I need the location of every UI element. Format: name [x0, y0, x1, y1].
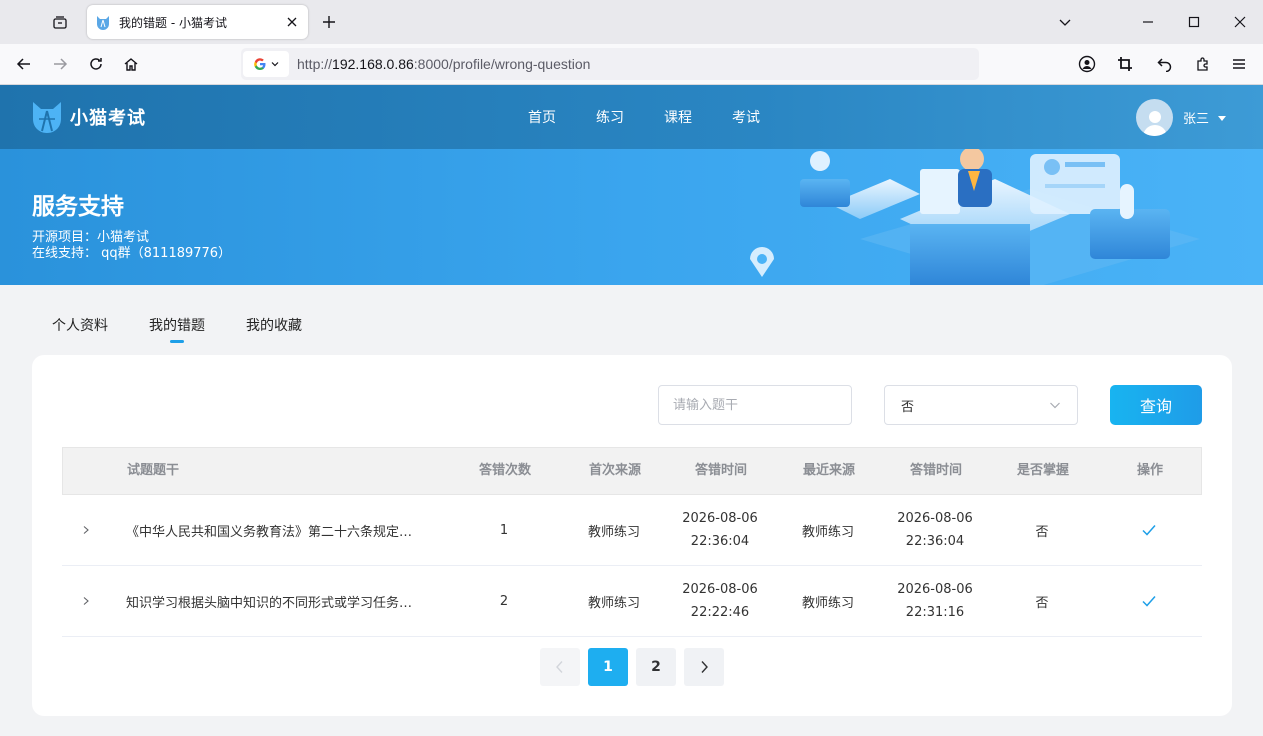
browser-tab-active[interactable]: 我的错题 - 小猫考试 — [87, 5, 308, 39]
col-first-time: 答错时间 — [694, 463, 747, 478]
col-stem: 试题题干 — [127, 463, 180, 478]
mastered-select-value: 否 — [901, 399, 915, 415]
recent-wrong-date: 2026-08-06 — [897, 511, 973, 526]
minimize-icon[interactable] — [1134, 8, 1162, 36]
recent-source: 教师练习 — [801, 524, 854, 540]
tab-title: 我的错题 - 小猫考试 — [119, 15, 227, 30]
cat-favicon-icon — [97, 16, 109, 30]
logo-text: 小猫考试 — [70, 108, 146, 129]
new-tab-plus-icon[interactable] — [318, 11, 340, 33]
chevron-down-icon — [271, 62, 279, 67]
first-source: 教师练习 — [587, 595, 640, 611]
prev-page-chevron-icon[interactable] — [540, 648, 580, 686]
cat-logo-icon — [33, 102, 61, 133]
account-icon[interactable] — [1073, 50, 1101, 78]
home-icon[interactable] — [117, 50, 145, 78]
profile-tabs: 个人资料 我的错题 我的收藏 — [52, 315, 343, 335]
app-header: 小猫考试 首页 练习 课程 考试 张三 — [0, 85, 1263, 149]
recent-wrong-time: 2026-08-06 22:31:16 — [885, 566, 985, 636]
caret-down-icon — [1218, 115, 1227, 121]
recent-wrong-clock: 22:31:16 — [905, 605, 965, 620]
col-wrong-count: 答错次数 — [478, 463, 531, 478]
customer-service-illustration — [750, 149, 1200, 285]
reload-icon[interactable] — [82, 50, 110, 78]
recent-wrong-date: 2026-08-06 — [897, 582, 973, 597]
col-actions: 操作 — [1136, 463, 1163, 478]
user-menu[interactable]: 张三 — [1136, 99, 1227, 136]
back-arrow-icon[interactable] — [10, 50, 38, 78]
page-button-2[interactable]: 2 — [636, 648, 676, 686]
first-wrong-clock: 22:22:46 — [690, 605, 750, 620]
expand-chevron-icon[interactable] — [76, 520, 96, 540]
screenshot-crop-icon[interactable] — [1111, 50, 1139, 78]
page-button-1[interactable]: 1 — [588, 648, 628, 686]
browser-nav-bar: http://192.168.0.86:8000/profile/wrong-q… — [0, 44, 1263, 85]
banner-support-line: 在线支持： qq群（811189776） — [32, 246, 232, 261]
col-first-source: 首次来源 — [588, 463, 641, 478]
question-stem-search-input[interactable] — [658, 385, 852, 425]
search-engine-google-icon[interactable] — [243, 51, 289, 77]
table-header: 试题题干 答错次数 首次来源 答错时间 最近来源 答错时间 是否掌握 操作 — [62, 447, 1202, 495]
next-page-chevron-icon[interactable] — [684, 648, 724, 686]
tab-wrong-questions[interactable]: 我的错题 — [149, 315, 205, 335]
mastered-value: 否 — [1035, 595, 1049, 611]
wrong-question-table: 试题题干 答错次数 首次来源 答错时间 最近来源 答错时间 是否掌握 操作 《中… — [62, 447, 1202, 637]
close-tab-icon[interactable] — [284, 14, 300, 30]
nav-courses[interactable]: 课程 — [644, 107, 712, 127]
first-wrong-date: 2026-08-06 — [682, 511, 758, 526]
forward-arrow-icon[interactable] — [46, 50, 74, 78]
mark-mastered-check-icon[interactable] — [1099, 495, 1199, 565]
tab-favorites[interactable]: 我的收藏 — [246, 315, 302, 335]
tab-overflow-chevron-icon[interactable] — [1051, 8, 1079, 36]
maximize-icon[interactable] — [1180, 8, 1208, 36]
first-wrong-time: 2026-08-06 22:22:46 — [670, 566, 770, 636]
extensions-puzzle-icon[interactable] — [1189, 50, 1217, 78]
recent-source: 教师练习 — [801, 595, 854, 611]
expand-chevron-icon[interactable] — [76, 591, 96, 611]
nav-exams[interactable]: 考试 — [712, 107, 780, 127]
first-wrong-date: 2026-08-06 — [682, 582, 758, 597]
recent-wrong-time: 2026-08-06 22:36:04 — [885, 495, 985, 565]
browser-tab-bar: 我的错题 - 小猫考试 — [0, 0, 1263, 44]
undo-arrow-icon[interactable] — [1151, 50, 1179, 78]
table-row: 知识学习根据头脑中知识的不同形式或学习任务… 2 教师练习 2026-08-06… — [62, 566, 1202, 637]
menu-hamburger-icon[interactable] — [1225, 50, 1253, 78]
wrong-question-card: 否 查询 试题题干 答错次数 首次来源 答错时间 最近来源 答错时间 是否掌握 … — [32, 355, 1232, 716]
mastered-select[interactable]: 否 — [884, 385, 1078, 425]
tab-list-icon[interactable] — [46, 10, 74, 34]
first-source: 教师练习 — [587, 524, 640, 540]
wrong-count: 1 — [499, 522, 509, 538]
recent-wrong-clock: 22:36:04 — [905, 534, 965, 549]
mastered-value: 否 — [1035, 524, 1049, 540]
first-wrong-clock: 22:36:04 — [690, 534, 750, 549]
user-name: 张三 — [1183, 112, 1210, 127]
nav-home[interactable]: 首页 — [508, 107, 576, 127]
service-banner: 服务支持 开源项目：小猫考试 在线支持： qq群（811189776） — [0, 149, 1263, 285]
tab-profile[interactable]: 个人资料 — [52, 315, 108, 335]
avatar — [1136, 99, 1173, 136]
col-recent-time: 答错时间 — [909, 463, 962, 478]
first-wrong-time: 2026-08-06 22:36:04 — [670, 495, 770, 565]
question-stem[interactable]: 知识学习根据头脑中知识的不同形式或学习任务… — [126, 566, 456, 636]
table-row: 《中华人民共和国义务教育法》第二十六条规定… 1 教师练习 2026-08-06… — [62, 495, 1202, 566]
mark-mastered-check-icon[interactable] — [1099, 566, 1199, 636]
col-recent-source: 最近来源 — [802, 463, 855, 478]
wrong-count: 2 — [499, 593, 509, 609]
nav-practice[interactable]: 练习 — [576, 107, 644, 127]
banner-title: 服务支持 — [32, 194, 124, 220]
query-button[interactable]: 查询 — [1110, 385, 1202, 425]
col-mastered: 是否掌握 — [1016, 463, 1069, 478]
main-nav: 首页 练习 课程 考试 — [508, 107, 780, 127]
pagination: 1 2 — [540, 648, 724, 686]
close-window-icon[interactable] — [1226, 8, 1254, 36]
logo[interactable]: 小猫考试 — [30, 99, 146, 135]
address-bar[interactable]: http://192.168.0.86:8000/profile/wrong-q… — [241, 48, 979, 80]
question-stem[interactable]: 《中华人民共和国义务教育法》第二十六条规定… — [126, 495, 456, 565]
chevron-down-icon — [1050, 402, 1060, 409]
url-text: http://192.168.0.86:8000/profile/wrong-q… — [297, 56, 591, 72]
